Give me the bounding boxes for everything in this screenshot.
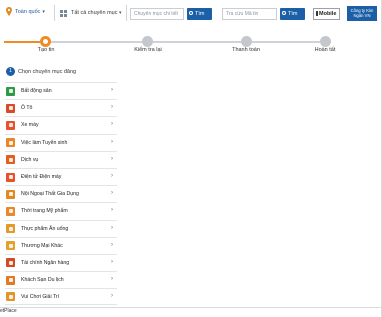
location-selector[interactable]: Toàn quốc ▾ — [6, 7, 45, 16]
step-label-review: Kiểm tra lại — [134, 47, 162, 53]
category-item[interactable]: Nội Ngoại Thất Gia Dụng › — [5, 185, 117, 202]
step-label-payment: Thanh toán — [232, 47, 260, 53]
category-item[interactable]: Bất động sản › — [5, 82, 117, 99]
chevron-right-icon: › — [111, 224, 113, 231]
category-item[interactable]: Thực phẩm Ăn uống › — [5, 219, 117, 237]
category-search-input[interactable]: Chuyên mục chi tiết — [130, 8, 184, 20]
category-label: Thời trang Mỹ phẩm — [21, 208, 68, 215]
chevron-right-icon: › — [111, 138, 113, 145]
step-label-create: Tạo tin — [37, 47, 55, 53]
step-number-badge: 1 — [6, 67, 15, 76]
chevron-right-icon: › — [111, 172, 113, 179]
chevron-right-icon: › — [111, 241, 113, 248]
progress-track — [252, 41, 320, 43]
category-label: Thương Mại Khác — [21, 242, 63, 249]
category-label: Tài chính Ngân hàng — [21, 259, 70, 266]
search-button-label: Tìm — [195, 11, 205, 17]
house-icon — [6, 86, 15, 96]
service-icon — [6, 155, 15, 165]
category-item[interactable]: Việc làm Tuyển sinh › — [5, 133, 117, 151]
search-button[interactable]: Tìm — [187, 8, 212, 20]
category-label: Điện tử Điện máy — [21, 174, 62, 181]
food-icon — [6, 224, 15, 234]
category-select[interactable]: Tất cả chuyên mục — [71, 10, 117, 16]
electronics-icon — [6, 172, 15, 182]
category-label: Việc làm Tuyển sinh — [21, 139, 68, 146]
category-item[interactable]: Khách Sạn Du lịch › — [5, 271, 117, 288]
chevron-right-icon: › — [111, 293, 113, 300]
category-label: Thực phẩm Ăn uống — [21, 225, 69, 232]
mobile-label: Mobile — [319, 11, 337, 17]
category-label: Ô Tô — [21, 105, 33, 112]
location-label: Toàn quốc — [15, 8, 41, 15]
hotel-icon — [6, 275, 15, 285]
chevron-right-icon: › — [111, 104, 113, 111]
step-label-complete: Hoàn tất — [314, 47, 336, 53]
grid-icon — [60, 10, 67, 17]
chevron-right-icon: › — [111, 207, 113, 214]
step-dot-complete — [320, 36, 331, 47]
bank-icon — [6, 258, 15, 268]
phone-icon — [316, 11, 318, 16]
category-item[interactable]: Thương Mại Khác › — [5, 236, 117, 254]
code-search-button-label: Tìm — [288, 11, 298, 17]
category-item[interactable]: Xe máy › — [5, 116, 117, 133]
category-item[interactable]: Ô Tô › — [5, 99, 117, 116]
choose-category-label: Chọn chuyên mục đăng — [18, 68, 77, 75]
trade-icon — [6, 241, 15, 251]
furniture-icon — [6, 189, 15, 199]
chevron-right-icon: › — [111, 155, 113, 162]
step-dot-payment — [241, 36, 252, 47]
company-button[interactable]: Công ty Kim Ngân VN — [347, 6, 377, 21]
chevron-right-icon: › — [111, 190, 113, 197]
mobile-link[interactable]: Mobile — [313, 8, 340, 20]
footer-text: etPlace — [0, 308, 17, 314]
progress-track — [51, 41, 143, 43]
category-label: Bất động sản — [21, 88, 52, 95]
chevron-right-icon: › — [111, 87, 113, 93]
search-icon — [189, 11, 193, 15]
chevron-down-icon: ▾ — [42, 8, 45, 15]
chevron-right-icon: › — [111, 276, 113, 283]
fashion-icon — [6, 206, 15, 216]
chevron-down-icon: ▾ — [119, 10, 122, 16]
motorbike-icon — [6, 120, 15, 130]
chevron-right-icon: › — [111, 121, 113, 128]
entertainment-icon — [6, 292, 15, 302]
search-icon — [282, 11, 286, 15]
category-label: Khách Sạn Du lịch — [21, 277, 64, 284]
category-label: Xe máy — [21, 122, 39, 129]
step-dot-review — [142, 36, 153, 47]
category-list: Bất động sản › Ô Tô › Xe máy › Việc làm Tuyển … — [5, 82, 117, 306]
category-item[interactable]: Thời trang Mỹ phẩm › — [5, 202, 117, 219]
listing-code-input[interactable]: Tra cứu Mã tin — [222, 8, 277, 20]
chevron-right-icon: › — [111, 258, 113, 265]
category-item[interactable]: Điện tử Điện máy › — [5, 167, 117, 185]
category-label: Dịch vụ — [21, 156, 39, 163]
step-dot-create — [40, 36, 51, 47]
site-header: Toàn quốc ▾ Tất cả chuyên mục ▾ Chuyên m… — [0, 0, 382, 28]
divider — [54, 5, 55, 21]
category-item[interactable]: Tài chính Ngân hàng › — [5, 253, 117, 271]
category-item[interactable]: Dịch vụ › — [5, 150, 117, 168]
car-icon — [6, 103, 15, 113]
location-pin-icon — [6, 7, 12, 16]
code-search-button[interactable]: Tìm — [280, 8, 305, 20]
category-item[interactable]: Vui Chơi Giải Trí › — [5, 288, 117, 306]
category-label: Nội Ngoại Thất Gia Dụng — [21, 191, 79, 198]
briefcase-icon — [6, 138, 15, 148]
progress-track — [153, 41, 242, 43]
progress-steps: Tạo tin Kiểm tra lại Thanh toán Hoàn tất — [0, 30, 382, 58]
category-label: Vui Chơi Giải Trí — [21, 293, 60, 300]
choose-category-heading: 1 Chọn chuyên mục đăng — [6, 67, 76, 76]
horizontal-scrollbar[interactable] — [0, 307, 382, 308]
divider — [126, 5, 127, 21]
